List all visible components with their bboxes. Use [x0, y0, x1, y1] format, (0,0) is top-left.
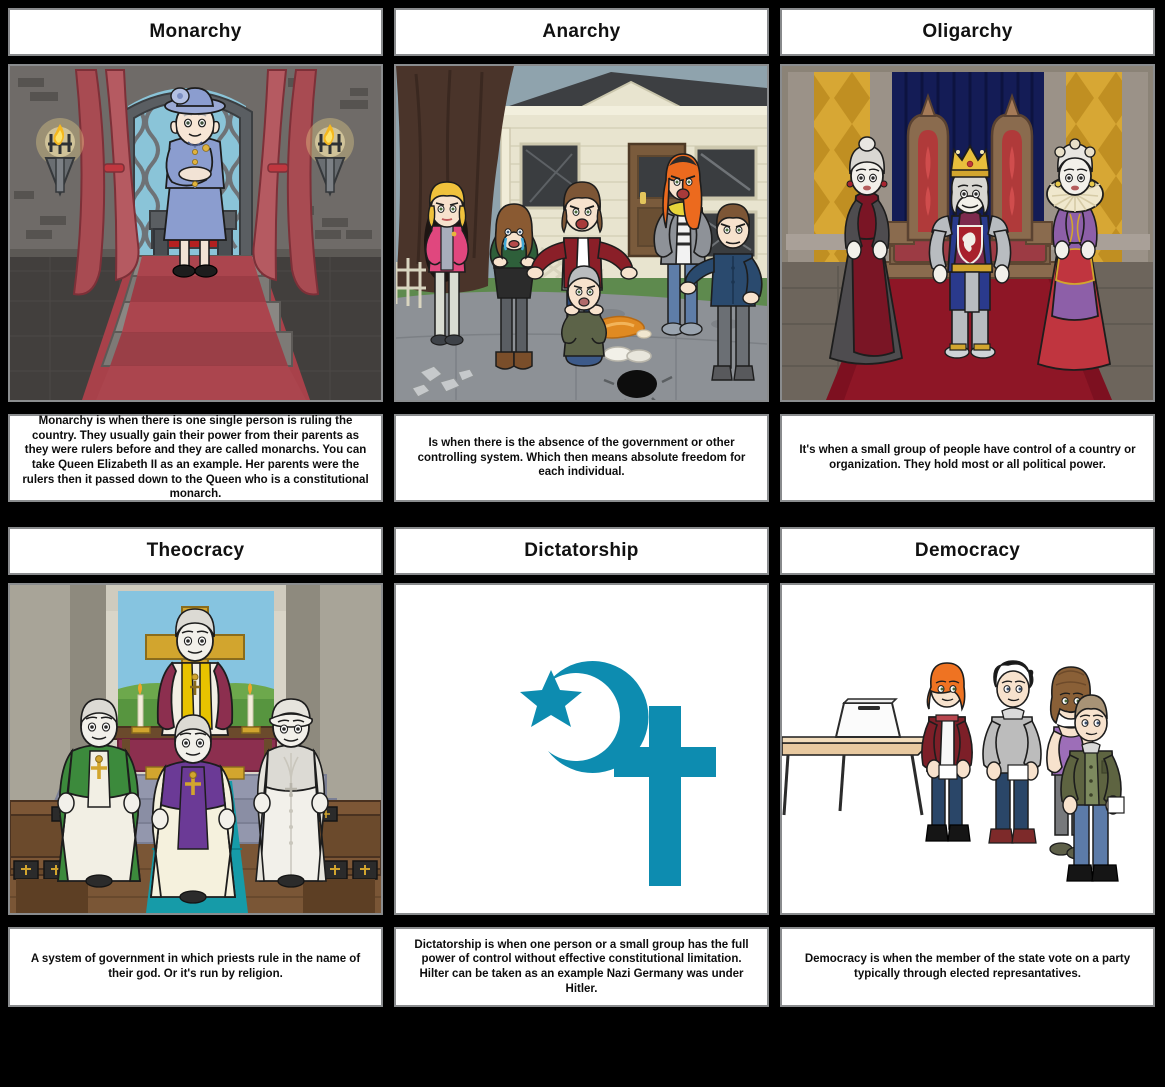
panel-title-text: Theocracy — [146, 540, 245, 561]
street-riot-illustration — [396, 66, 767, 400]
panel-description-text: A system of government in which priests … — [30, 953, 361, 980]
panel-description-oligarchy[interactable]: It's when a small group of people have c… — [780, 414, 1155, 502]
panel-description-text: It's when a small group of people have c… — [799, 444, 1136, 471]
storyboard-cell-monarchy[interactable]: Monarchy Monarchy is when there is one s… — [8, 8, 383, 502]
panel-art-dictatorship[interactable] — [394, 583, 769, 915]
panel-title-text: Anarchy — [542, 21, 621, 42]
storyboard-cell-democracy[interactable]: Democracy Democracy is when the member o… — [780, 527, 1155, 1007]
panel-title-theocracy[interactable]: Theocracy — [8, 527, 383, 575]
religious-symbols-illustration — [396, 585, 767, 913]
panel-title-anarchy[interactable]: Anarchy — [394, 8, 769, 56]
throne-room-illustration — [10, 66, 381, 400]
panel-description-text: Democracy is when the member of the stat… — [804, 953, 1131, 980]
panel-title-text: Democracy — [914, 540, 1021, 561]
storyboard-grid: Monarchy Monarchy is when there is one s… — [0, 0, 1165, 1087]
panel-title-monarchy[interactable]: Monarchy — [8, 8, 383, 56]
panel-description-democracy[interactable]: Democracy is when the member of the stat… — [780, 927, 1155, 1007]
panel-art-anarchy[interactable] — [394, 64, 769, 402]
storyboard-cell-dictatorship[interactable]: Dictatorship Dictatorship is when one pe… — [394, 527, 769, 1007]
royal-court-illustration — [782, 66, 1153, 400]
panel-art-democracy[interactable] — [780, 583, 1155, 915]
storyboard-row-2: Theocracy A system of government in whic… — [8, 527, 1157, 1007]
panel-description-anarchy[interactable]: Is when there is the absence of the gove… — [394, 414, 769, 502]
panel-title-text: Monarchy — [149, 21, 242, 42]
panel-description-text: Is when there is the absence of the gove… — [417, 436, 746, 479]
panel-description-theocracy[interactable]: A system of government in which priests … — [8, 927, 383, 1007]
voting-queue-illustration — [782, 585, 1153, 913]
panel-art-theocracy[interactable] — [8, 583, 383, 915]
storyboard-cell-anarchy[interactable]: Anarchy Is when there is the absence of … — [394, 8, 769, 502]
panel-description-text: Dictatorship is when one person or a sma… — [414, 938, 749, 995]
storyboard-cell-oligarchy[interactable]: Oligarchy It's when a small group of peo… — [780, 8, 1155, 502]
panel-title-dictatorship[interactable]: Dictatorship — [394, 527, 769, 575]
storyboard-cell-theocracy[interactable]: Theocracy A system of government in whic… — [8, 527, 383, 1007]
panel-art-oligarchy[interactable] — [780, 64, 1155, 402]
storyboard-row-1: Monarchy Monarchy is when there is one s… — [8, 8, 1157, 502]
panel-description-dictatorship[interactable]: Dictatorship is when one person or a sma… — [394, 927, 769, 1007]
panel-title-democracy[interactable]: Democracy — [780, 527, 1155, 575]
panel-description-monarchy[interactable]: Monarchy is when there is one single per… — [8, 414, 383, 502]
panel-description-text: Monarchy is when there is one single per… — [22, 414, 369, 501]
panel-art-monarchy[interactable] — [8, 64, 383, 402]
panel-title-text: Dictatorship — [524, 540, 639, 561]
church-clergy-illustration — [10, 585, 381, 913]
panel-title-oligarchy[interactable]: Oligarchy — [780, 8, 1155, 56]
panel-title-text: Oligarchy — [922, 21, 1013, 42]
